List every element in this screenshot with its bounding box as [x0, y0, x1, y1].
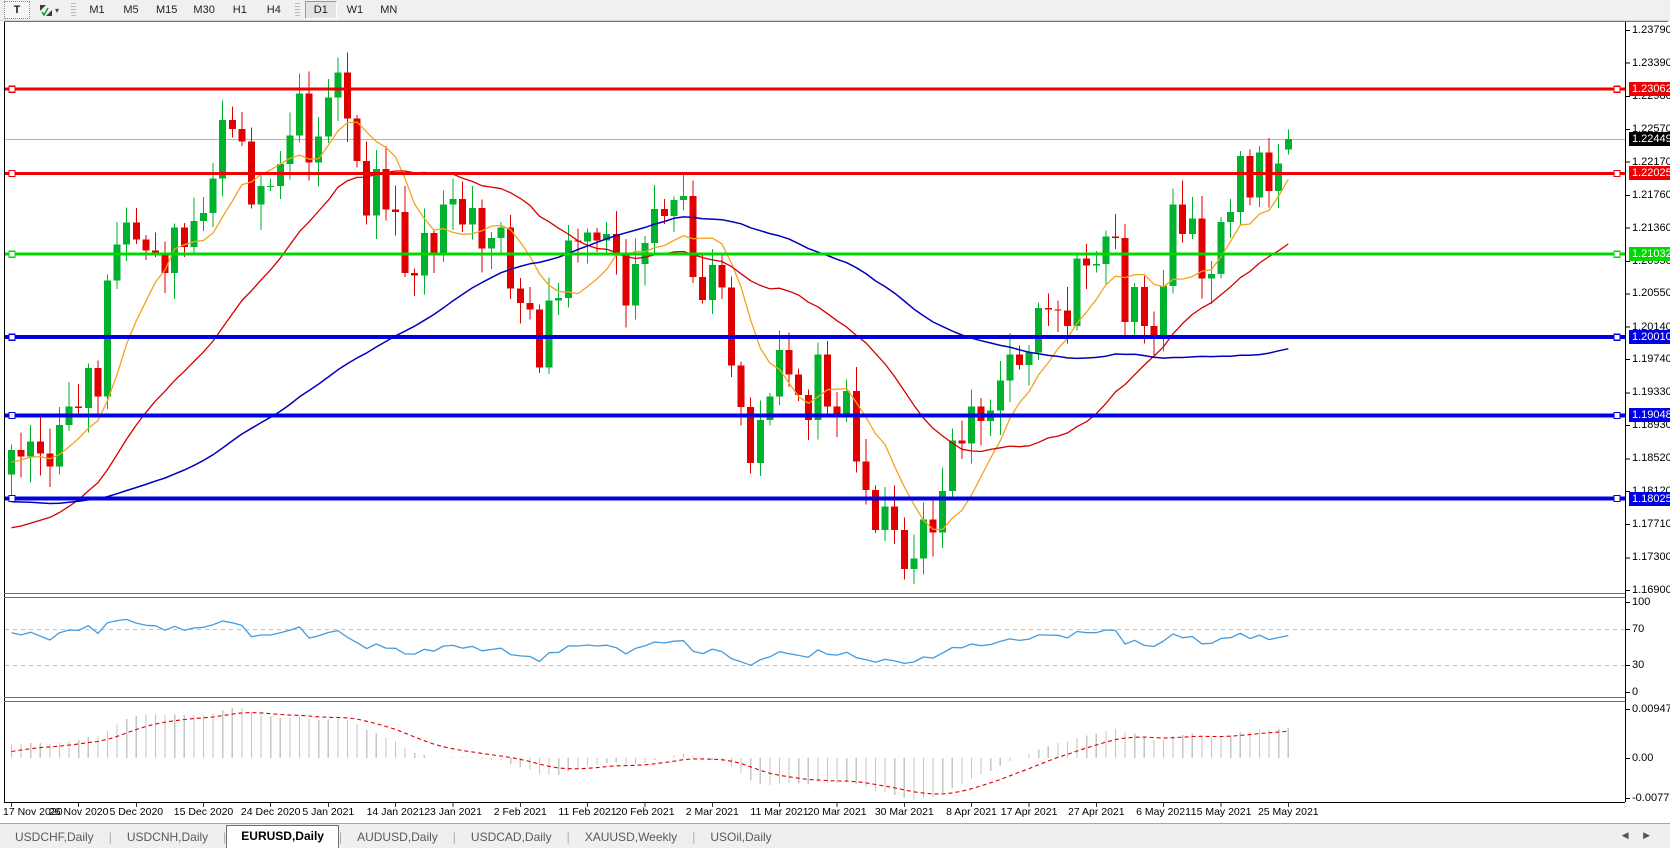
price-tick-label: 1.21360	[1632, 222, 1670, 235]
date-tick-label: 11 Feb 2021	[558, 806, 616, 818]
price-tick-label: 1.19330	[1632, 386, 1670, 399]
date-tick-label: 5 Jan 2021	[302, 806, 354, 818]
level-price-badge: 1.21032	[1629, 247, 1670, 261]
date-tick-label: 15 Dec 2020	[174, 806, 234, 818]
date-tick-label: 23 Jan 2021	[424, 806, 482, 818]
rsi-tick-label: 30	[1632, 659, 1644, 672]
tab-xauusd-weekly[interactable]: XAUUSD,Weekly	[570, 827, 692, 848]
date-tick-label: 15 May 2021	[1191, 806, 1252, 818]
price-tick-label: 1.23390	[1632, 57, 1670, 70]
date-tick-label: 30 Mar 2021	[875, 806, 934, 818]
date-tick-label: 2 Mar 2021	[686, 806, 739, 818]
date-tick-label: 26 Nov 2020	[49, 806, 109, 818]
chart-tab-bar: USDCHF,Daily|USDCNH,Daily|EURUSD,Daily|A…	[0, 823, 1670, 848]
level-price-badge: 1.20010	[1629, 330, 1670, 344]
date-tick-label: 27 Apr 2021	[1068, 806, 1125, 818]
tab-scroll-right-icon[interactable]: ▶	[1643, 830, 1656, 840]
date-tick-label: 11 Mar 2021	[750, 806, 808, 818]
terminal-window: T ▾ M1M5M15M30H1H4D1W1MN ▼EURUSD,Daily 1…	[0, 0, 1670, 850]
price-tick-label: 1.18520	[1632, 452, 1670, 465]
level-price-badge: 1.19048	[1629, 408, 1670, 422]
price-tick-label: 1.19740	[1632, 353, 1670, 366]
price-tick-label: 1.20550	[1632, 287, 1670, 300]
tab-scroll-arrows: ◀ ▶	[1622, 830, 1656, 841]
current-price-badge: 1.22449	[1629, 132, 1670, 146]
tab-usdchf-daily[interactable]: USDCHF,Daily	[0, 827, 109, 848]
date-tick-label: 20 Mar 2021	[808, 806, 867, 818]
rsi-tick-label: 0	[1632, 686, 1638, 699]
tab-usdcad-daily[interactable]: USDCAD,Daily	[456, 827, 567, 848]
price-tick-label: 1.23790	[1632, 24, 1670, 37]
macd-tick-label: 0.00	[1632, 752, 1653, 765]
tab-usoil-daily[interactable]: USOil,Daily	[695, 827, 786, 848]
tab-usdcnh-daily[interactable]: USDCNH,Daily	[112, 827, 223, 848]
tab-scroll-left-icon[interactable]: ◀	[1622, 830, 1635, 840]
level-price-badge: 1.18025	[1629, 492, 1670, 506]
rsi-tick-label: 70	[1632, 623, 1644, 636]
date-tick-label: 24 Dec 2020	[241, 806, 301, 818]
level-price-badge: 1.22025	[1629, 166, 1670, 180]
date-tick-label: 25 May 2021	[1258, 806, 1319, 818]
macd-tick-label: 0.009478	[1632, 703, 1670, 716]
price-tick-label: 1.21760	[1632, 189, 1670, 202]
price-tick-label: 1.17710	[1632, 518, 1670, 531]
macd-tick-label: -0.007778	[1632, 792, 1670, 805]
date-tick-label: 14 Jan 2021	[367, 806, 425, 818]
rsi-tick-label: 100	[1632, 596, 1650, 609]
date-tick-label: 6 May 2021	[1136, 806, 1191, 818]
date-tick-label: 8 Apr 2021	[946, 806, 997, 818]
date-tick-label: 2 Feb 2021	[494, 806, 547, 818]
level-price-badge: 1.23062	[1629, 82, 1670, 96]
date-tick-label: 5 Dec 2020	[109, 806, 163, 818]
date-tick-label: 20 Feb 2021	[616, 806, 675, 818]
tab-eurusd-daily[interactable]: EURUSD,Daily	[226, 825, 339, 848]
date-tick-label: 17 Apr 2021	[1001, 806, 1058, 818]
tab-audusd-daily[interactable]: AUDUSD,Daily	[342, 827, 453, 848]
price-tick-label: 1.17300	[1632, 551, 1670, 564]
